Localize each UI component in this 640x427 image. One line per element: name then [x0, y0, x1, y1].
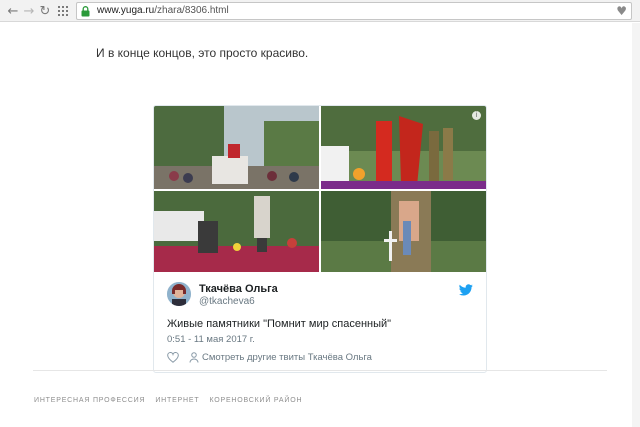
bookmark-star-icon[interactable]: ♥	[616, 4, 627, 18]
more-tweets-link[interactable]: Смотреть другие твиты Ткачёва Ольга	[202, 352, 372, 363]
twitter-bird-icon[interactable]	[459, 284, 473, 296]
url-text[interactable]: www.yuga.ru/zhara/8306.html	[97, 5, 229, 16]
tweet-photo-1[interactable]	[154, 106, 319, 189]
scrollbar[interactable]	[632, 23, 640, 427]
tweet-photo-4[interactable]	[321, 191, 486, 272]
tweet-text: Живые памятники "Помнит мир спасенный"	[167, 318, 392, 330]
lock-icon	[81, 6, 90, 17]
browser-toolbar: ← → ↻ www.yuga.ru/zhara/8306.html ♥	[0, 0, 640, 22]
info-icon[interactable]: i	[472, 111, 481, 120]
tweet-photo-grid[interactable]: i	[154, 106, 486, 272]
article-tags: Интересная профессия Интернет Кореновски…	[34, 397, 302, 404]
tag-link[interactable]: Интересная профессия	[34, 397, 145, 404]
tweet-author-name[interactable]: Ткачёва Ольга	[199, 283, 278, 295]
embedded-tweet[interactable]: i Ткачёва Ольга @tkacheva6 Живые памятни…	[153, 105, 487, 373]
tweet-photo-3[interactable]	[154, 191, 319, 272]
page-content: И в конце концов, это просто красиво. i …	[0, 23, 640, 427]
divider	[33, 370, 607, 371]
tag-link[interactable]: Интернет	[155, 397, 199, 404]
avatar[interactable]	[167, 282, 191, 306]
tweet-author-handle[interactable]: @tkacheva6	[199, 296, 255, 307]
article-lead-text: И в конце концов, это просто красиво.	[96, 46, 309, 60]
heart-icon[interactable]	[167, 352, 179, 363]
reload-icon[interactable]: ↻	[36, 2, 54, 20]
tweet-timestamp[interactable]: 0:51 - 11 мая 2017 г.	[167, 334, 255, 345]
tag-link[interactable]: Кореновский район	[209, 397, 302, 404]
apps-icon[interactable]	[54, 2, 72, 20]
tweet-photo-2[interactable]: i	[321, 106, 486, 189]
address-bar[interactable]: www.yuga.ru/zhara/8306.html ♥	[76, 2, 632, 20]
person-icon	[189, 352, 199, 363]
